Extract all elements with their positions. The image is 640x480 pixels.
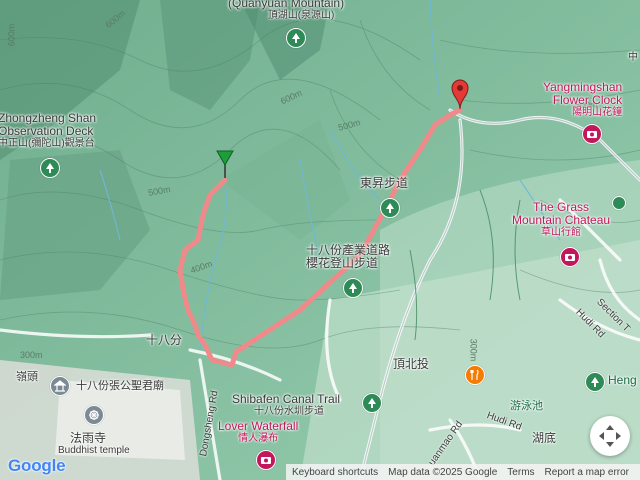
elevation-label: 300m (468, 338, 479, 362)
attribution-bar: Keyboard shortcuts Map data ©2025 Google… (286, 464, 640, 480)
tree-icon (292, 33, 300, 43)
map-data-label: Map data ©2025 Google (388, 466, 498, 478)
place-label: 法雨寺 (70, 431, 107, 445)
park-icon[interactable] (343, 278, 363, 298)
tree-icon (46, 163, 54, 173)
place-fayu-temple[interactable]: 法雨寺 Buddhist temple (58, 431, 130, 456)
park-icon[interactable] (612, 196, 626, 210)
tree-icon (591, 377, 599, 387)
place-grass-chateau[interactable]: The Grass Mountain Chateau 草山行館 (512, 200, 611, 239)
camera-icon[interactable] (560, 247, 580, 267)
google-logo: Google (8, 456, 66, 476)
temple-icon[interactable] (50, 376, 70, 396)
camera-icon (587, 131, 597, 138)
place-quanyuan[interactable]: (Quanyuan Mountain) 頂湖山(泉源山) (228, 0, 344, 21)
park-icon[interactable] (380, 198, 400, 218)
place-sublabel: 十八份水圳步道 (254, 406, 324, 418)
place-label: 櫻花登山步道 (306, 256, 379, 271)
place-shibafen-trail[interactable]: 十八份產業道路 櫻花登山步道 (306, 243, 390, 271)
park-icon[interactable] (286, 28, 306, 48)
buddhist-icon[interactable] (84, 405, 104, 425)
dharma-wheel-icon (89, 410, 99, 420)
map-canvas[interactable]: 600m 600m 500m 500m 400m 500m 300m 300m … (0, 0, 640, 480)
elevation-label: 300m (20, 350, 43, 360)
place-zhongzheng[interactable]: Zhongzheng Shan Observation Deck 中正山(彌陀山… (0, 111, 96, 150)
temple-icon (54, 380, 66, 392)
park-icon[interactable] (585, 372, 605, 392)
place-temple[interactable]: 十八份張公聖君廟 (76, 380, 164, 392)
tree-icon (349, 283, 357, 293)
place-label: Mountain Chateau (512, 213, 611, 228)
tree-icon (386, 203, 394, 213)
place-pool[interactable]: 游泳池 (510, 400, 543, 412)
restaurant-icon[interactable] (465, 365, 485, 385)
place-heng[interactable]: Heng (608, 373, 637, 387)
start-marker[interactable] (215, 147, 235, 179)
terms-link[interactable]: Terms (507, 467, 534, 478)
move-arrows-icon (599, 425, 621, 447)
camera-icon (261, 457, 271, 464)
logo-text: Google (8, 456, 66, 475)
end-marker[interactable] (450, 78, 470, 110)
place-sublabel: 草山行館 (541, 227, 582, 239)
place-sublabel: 頂湖山(泉源山) (267, 10, 335, 22)
place-right-edge: 中 (628, 52, 638, 63)
camera-icon (565, 254, 575, 261)
place-label: Lover Waterfall (218, 419, 299, 433)
report-error-link[interactable]: Report a map error (545, 467, 629, 478)
place-shibafen: 十八分 (146, 333, 183, 347)
place-label: Observation Deck (0, 124, 94, 139)
place-sublabel: 陽明山花鐘 (572, 107, 623, 119)
place-sublabel: Buddhist temple (58, 445, 130, 457)
park-icon[interactable] (40, 158, 60, 178)
place-label: Shibafen Canal Trail (232, 392, 341, 406)
place-canal-trail[interactable]: Shibafen Canal Trail 十八份水圳步道 (232, 392, 341, 418)
place-dingbeitou: 頂北投 (393, 357, 430, 371)
camera-icon[interactable] (256, 450, 276, 470)
place-yangmingshan[interactable]: Yangmingshan Flower Clock 陽明山花鐘 (543, 80, 623, 119)
place-sublabel: 情人瀑布 (238, 433, 279, 445)
keyboard-shortcuts-link[interactable]: Keyboard shortcuts (292, 467, 378, 478)
tree-icon (368, 398, 376, 408)
place-dongsheng[interactable]: 東昇步道 (360, 176, 408, 190)
place-hudi: 湖底 (532, 431, 557, 445)
camera-icon[interactable] (582, 124, 602, 144)
place-jiantou: 嶺頭 (16, 371, 38, 383)
place-label: (Quanyuan Mountain) (228, 0, 345, 10)
place-lover-waterfall[interactable]: Lover Waterfall 情人瀑布 (218, 419, 299, 445)
place-sublabel: 中正山(彌陀山)觀景台 (0, 138, 95, 150)
park-icon[interactable] (362, 393, 382, 413)
elevation-label: 600m (6, 23, 17, 47)
place-label: Flower Clock (552, 93, 623, 108)
recenter-button[interactable] (590, 416, 630, 456)
fork-knife-icon (470, 369, 479, 380)
